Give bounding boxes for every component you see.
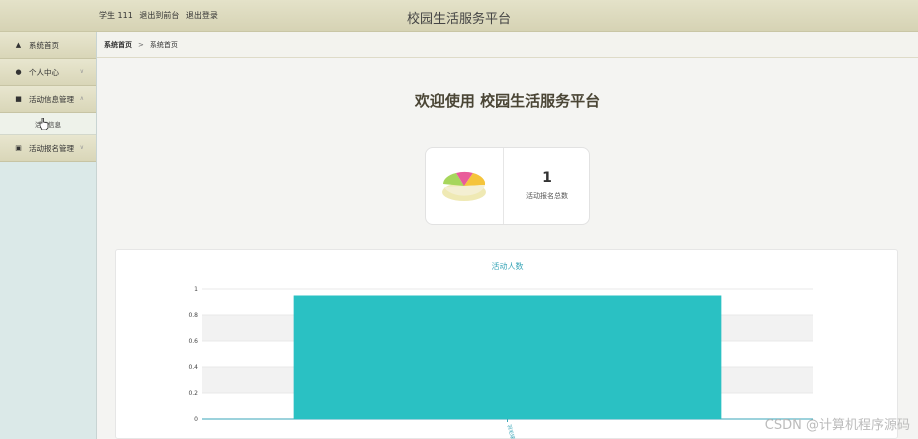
sidebar: ▲ 系统首页 ● 个人中心 ∨ ■ 活动信息管理 ∧ 活动信息 ▣ 活动报名管理… [0, 32, 97, 439]
sidebar-item-activity-info[interactable]: ■ 活动信息管理 ∧ [0, 86, 96, 113]
y-tick-label: 0 [194, 416, 198, 423]
sidebar-item-label: 个人中心 [29, 67, 59, 77]
form-icon: ▣ [15, 144, 22, 152]
bar-chart: 0 0.2 0.4 0.6 0.8 1 羽毛球赛 [188, 286, 813, 439]
sidebar-item-registration[interactable]: ▣ 活动报名管理 ∨ [0, 135, 96, 162]
breadcrumb-separator: > [138, 40, 144, 49]
chevron-down-icon: ∨ [79, 144, 84, 151]
user-icon: ● [15, 68, 22, 76]
app-title: 校园生活服务平台 [406, 12, 511, 27]
home-icon: ▲ [15, 41, 22, 49]
chart-card: 活动人数 0 0.2 0.4 0.6 0.8 1 羽毛球赛 [115, 249, 898, 439]
chevron-up-icon: ∧ [79, 95, 84, 102]
sidebar-item-profile[interactable]: ● 个人中心 ∨ [0, 59, 96, 86]
x-tick-label: 羽毛球赛 [506, 424, 518, 439]
y-tick-label: 0.6 [188, 338, 198, 345]
breadcrumb: 系统首页 > 系统首页 [97, 32, 918, 58]
chevron-down-icon: ∨ [79, 68, 84, 75]
briefcase-icon: ■ [15, 95, 22, 103]
top-header: 学生 111 退出到前台 退出登录 校园生活服务平台 [0, 0, 918, 32]
y-tick-label: 1 [194, 286, 198, 293]
stat-divider [503, 148, 504, 224]
welcome-heading: 欢迎使用 校园生活服务平台 [414, 92, 601, 110]
stat-card: 1 活动报名总数 [425, 147, 590, 225]
sidebar-item-label: 活动报名管理 [29, 143, 74, 153]
breadcrumb-root[interactable]: 系统首页 [104, 40, 132, 50]
sidebar-item-home[interactable]: ▲ 系统首页 [0, 32, 96, 59]
y-tick-label: 0.2 [188, 390, 198, 397]
sidebar-item-label: 活动信息管理 [29, 94, 74, 104]
stat-value: 1 [542, 170, 552, 186]
submenu-item-activity-info[interactable]: 活动信息 [0, 113, 96, 135]
pointer-cursor-icon [40, 118, 49, 130]
sidebar-item-label: 系统首页 [29, 40, 59, 50]
y-tick-label: 0.4 [188, 364, 198, 371]
pie-chart-icon [442, 171, 486, 201]
bar [293, 295, 722, 419]
watermark: CSDN @计算机程序源码 [764, 418, 910, 433]
breadcrumb-current: 系统首页 [149, 40, 178, 49]
stat-label: 活动报名总数 [526, 192, 568, 200]
y-tick-label: 0.8 [188, 312, 198, 319]
